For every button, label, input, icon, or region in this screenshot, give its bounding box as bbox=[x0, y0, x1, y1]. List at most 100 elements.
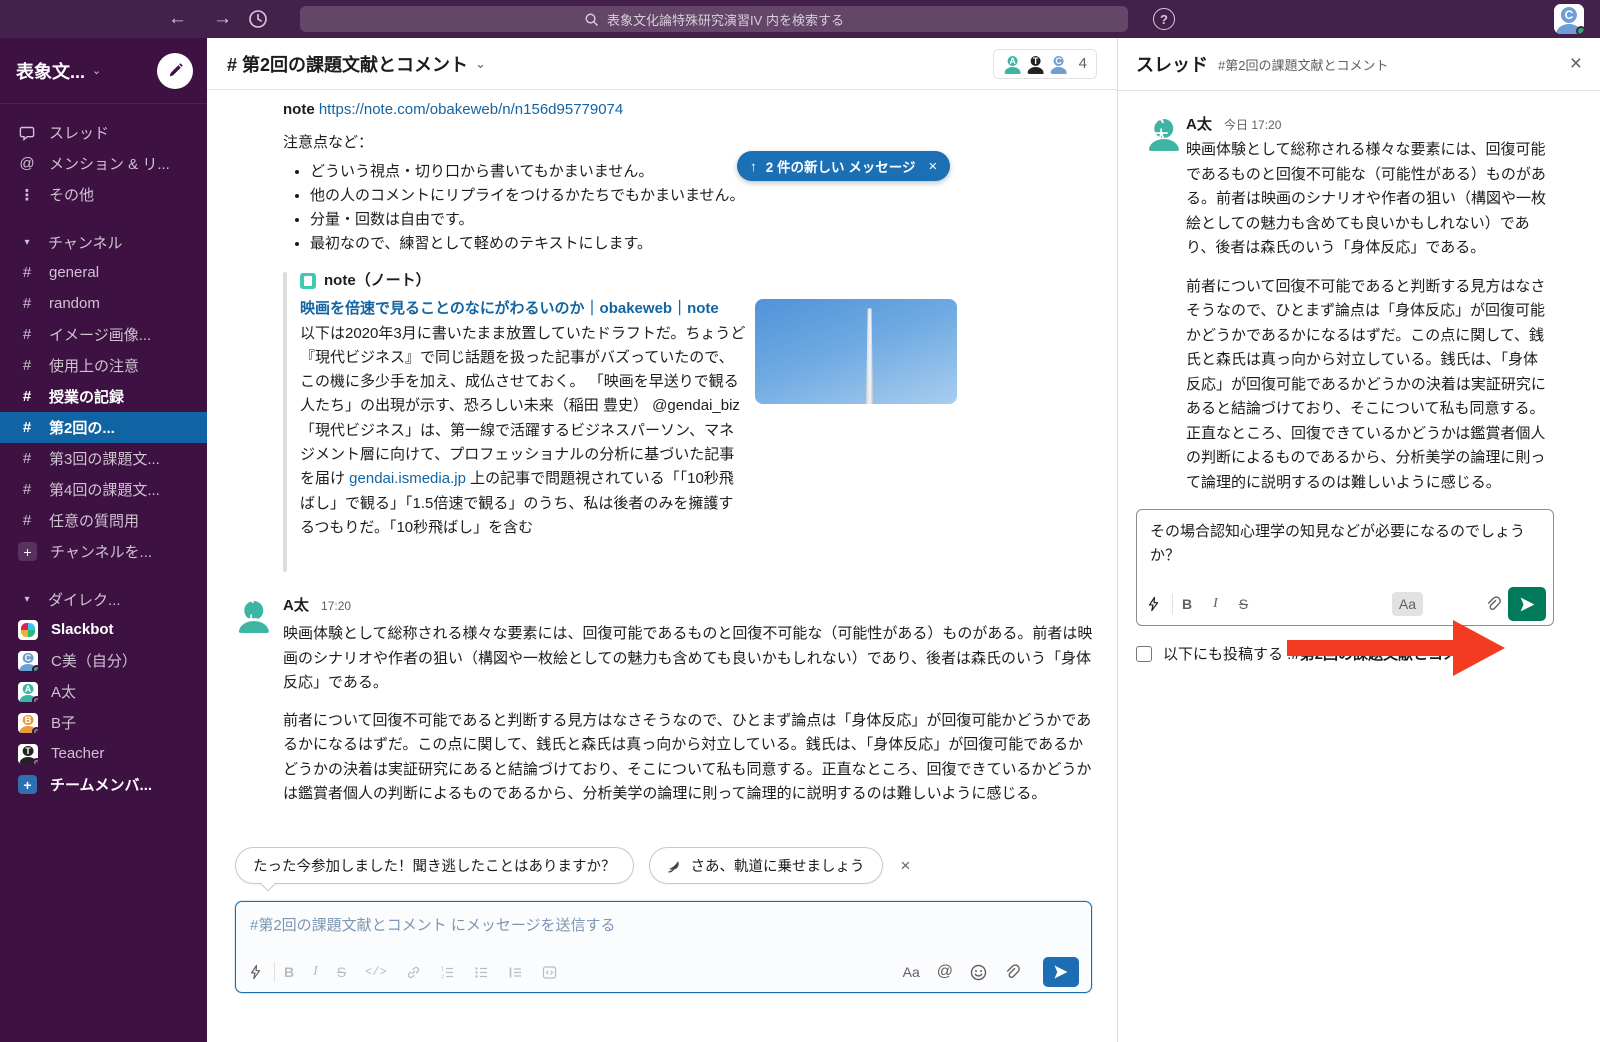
history-clock-icon[interactable] bbox=[248, 9, 268, 29]
send-reply-button[interactable] bbox=[1508, 587, 1546, 621]
sidebar-item-threads[interactable]: スレッド bbox=[0, 117, 207, 148]
sidebar-dm-teacher[interactable]: T Teacher bbox=[0, 738, 207, 769]
hash-icon: # bbox=[18, 450, 36, 467]
thread-panel: スレッド #第2回の課題文献とコメント × A太 A太 今日 17:20 映画体… bbox=[1117, 38, 1600, 1042]
italic-button[interactable]: I bbox=[1213, 596, 1218, 612]
close-icon[interactable]: × bbox=[901, 856, 911, 876]
send-button[interactable] bbox=[1043, 957, 1079, 987]
attach-paperclip-icon[interactable] bbox=[1004, 964, 1020, 981]
sidebar-channel-session3[interactable]: #第3回の課題文... bbox=[0, 443, 207, 474]
sidebar-channel-questions[interactable]: #任意の質問用 bbox=[0, 505, 207, 536]
bullet-item: 分量・回数は自由です。 bbox=[310, 208, 1093, 232]
sidebar-channel-random[interactable]: #random bbox=[0, 288, 207, 319]
top-bar: ← → 表象文化論特殊研究演習IV 内を検索する ? C bbox=[0, 0, 1600, 38]
workspace-header[interactable]: 表象文... ⌄ bbox=[0, 38, 207, 104]
sidebar-channel-session2-active[interactable]: #第2回の... bbox=[0, 412, 207, 443]
sidebar-dm-self[interactable]: C C美（自分） bbox=[0, 645, 207, 676]
message-list: note https://note.com/obakeweb/n/n156d95… bbox=[207, 90, 1117, 860]
message-timestamp[interactable]: 17:20 bbox=[321, 599, 351, 613]
link-preview-title[interactable]: 映画を倍速で見ることのなにがわるいのか｜obakeweb｜note bbox=[300, 297, 748, 322]
help-button[interactable]: ? bbox=[1153, 8, 1175, 30]
sidebar-channel-class-records[interactable]: # 授業の記録 bbox=[0, 381, 207, 412]
italic-button[interactable]: I bbox=[313, 964, 318, 980]
dm-section-header[interactable]: ▾ ダイレク... bbox=[0, 584, 207, 614]
strikethrough-button[interactable]: S bbox=[1239, 596, 1248, 612]
link-preview-image[interactable] bbox=[755, 299, 957, 404]
channel-label: 授業の記録 bbox=[49, 386, 124, 407]
history-forward-icon[interactable]: → bbox=[213, 8, 232, 30]
close-icon[interactable]: × bbox=[1570, 52, 1582, 76]
plus-icon: + bbox=[18, 542, 37, 561]
add-teammates-button[interactable]: + チームメンバ... bbox=[0, 769, 207, 800]
thread-body: A太 A太 今日 17:20 映画体験として総称される様々な要素には、回復可能で… bbox=[1118, 91, 1600, 1042]
composer-placeholder: #第2回の課題文献とコメント にメッセージを送信する bbox=[236, 902, 1091, 935]
thread-reply-composer[interactable]: その場合認知心理学の知見などが必要になるのでしょうか？ B I S Aa bbox=[1136, 509, 1554, 626]
attach-paperclip-icon[interactable] bbox=[1485, 596, 1501, 613]
sidebar-item-mentions[interactable]: @ メンション & リ... bbox=[0, 148, 207, 179]
hash-icon: # bbox=[18, 295, 36, 312]
history-back-icon[interactable]: ← bbox=[168, 8, 187, 30]
channel-label: 第2回の... bbox=[49, 417, 115, 438]
avatar[interactable]: A太 bbox=[236, 597, 272, 633]
online-dot bbox=[1576, 26, 1584, 34]
search-input[interactable]: 表象文化論特殊研究演習IV 内を検索する bbox=[300, 6, 1128, 32]
note-label: note bbox=[283, 101, 315, 118]
sidebar-dm-slackbot[interactable]: Slackbot bbox=[0, 614, 207, 645]
new-message-button[interactable] bbox=[157, 53, 193, 89]
code-button[interactable]: </> bbox=[365, 965, 387, 979]
offline-dot bbox=[32, 727, 38, 733]
shortcuts-bolt-icon[interactable] bbox=[248, 964, 263, 980]
mention-button[interactable]: @ bbox=[937, 963, 953, 981]
link-icon[interactable] bbox=[406, 965, 421, 980]
bold-button[interactable]: B bbox=[1182, 596, 1192, 612]
channel-title[interactable]: # 第2回の課題文献とコメント bbox=[227, 51, 468, 77]
new-messages-banner[interactable]: ↑ 2 件の新しい メッセージ × bbox=[737, 151, 950, 181]
message-composer[interactable]: #第2回の課題文献とコメント にメッセージを送信する B I S </> 12 bbox=[235, 901, 1092, 993]
suggestion-pill-2[interactable]: さあ、軌道に乗せましょう bbox=[649, 847, 883, 884]
gendai-link[interactable]: gendai.ismedia.jp bbox=[349, 470, 466, 487]
suggestion-label: さあ、軌道に乗せましょう bbox=[691, 855, 865, 876]
sidebar-channel-general[interactable]: #general bbox=[0, 257, 207, 288]
close-icon[interactable]: × bbox=[929, 158, 938, 175]
code-block-icon[interactable] bbox=[542, 965, 557, 980]
add-channel-label: チャンネルを... bbox=[50, 541, 152, 562]
message-text: 前者について回復不可能であると判断する見方はなさそうなので、ひとまず論点は「身体… bbox=[1186, 275, 1548, 496]
message-timestamp[interactable]: 今日 17:20 bbox=[1224, 118, 1281, 132]
ordered-list-icon[interactable]: 12 bbox=[440, 965, 455, 980]
show-formatting-button[interactable]: Aa bbox=[903, 964, 920, 980]
thread-channel-name[interactable]: #第2回の課題文献とコメント bbox=[1218, 55, 1388, 74]
avatar: C bbox=[1049, 54, 1069, 74]
avatar[interactable]: A太 bbox=[1146, 115, 1182, 151]
message-author[interactable]: A太 bbox=[1186, 116, 1212, 133]
emoji-icon[interactable] bbox=[970, 964, 987, 981]
user-avatar[interactable]: C bbox=[1554, 4, 1584, 34]
blockquote-icon[interactable] bbox=[508, 965, 523, 980]
sidebar-dm-b[interactable]: B B子 bbox=[0, 707, 207, 738]
suggestion-pill-1[interactable]: たった今参加しました！聞き逃したことはありますか？ bbox=[235, 847, 634, 884]
bullet-item: どういう視点・切り口から書いてもかまいません。 bbox=[310, 160, 1093, 184]
sidebar-dm-a[interactable]: A A太 bbox=[0, 676, 207, 707]
message-author[interactable]: A太 bbox=[283, 597, 309, 614]
shortcuts-bolt-icon[interactable] bbox=[1146, 596, 1161, 612]
avatar: T bbox=[18, 744, 38, 764]
bulleted-list-icon[interactable] bbox=[474, 965, 489, 980]
sidebar-channel-images[interactable]: #イメージ画像... bbox=[0, 319, 207, 350]
also-send-checkbox[interactable] bbox=[1136, 646, 1152, 662]
member-count-button[interactable]: A T C 4 bbox=[993, 49, 1097, 79]
strikethrough-button[interactable]: S bbox=[337, 964, 346, 980]
sidebar-item-more[interactable]: ⋮ その他 bbox=[0, 179, 207, 210]
thread-bubble-icon bbox=[18, 125, 36, 141]
message-text: 注意点など： bbox=[283, 131, 1093, 155]
channels-section-header[interactable]: ▾ チャンネル bbox=[0, 227, 207, 257]
show-formatting-button[interactable]: Aa bbox=[1392, 592, 1423, 616]
add-channel-button[interactable]: + チャンネルを... bbox=[0, 536, 207, 567]
svg-text:1: 1 bbox=[441, 966, 444, 972]
sidebar-channel-session4[interactable]: #第4回の課題文... bbox=[0, 474, 207, 505]
channel-label: 使用上の注意 bbox=[49, 355, 139, 376]
hash-icon: # bbox=[18, 388, 36, 405]
svg-text:2: 2 bbox=[441, 974, 444, 980]
note-url-link[interactable]: https://note.com/obakeweb/n/n156d9577907… bbox=[319, 101, 623, 118]
sidebar-channel-usage-notes[interactable]: #使用上の注意 bbox=[0, 350, 207, 381]
bold-button[interactable]: B bbox=[284, 964, 294, 980]
channel-header: # 第2回の課題文献とコメント ⌄ A T C 4 bbox=[207, 38, 1117, 90]
